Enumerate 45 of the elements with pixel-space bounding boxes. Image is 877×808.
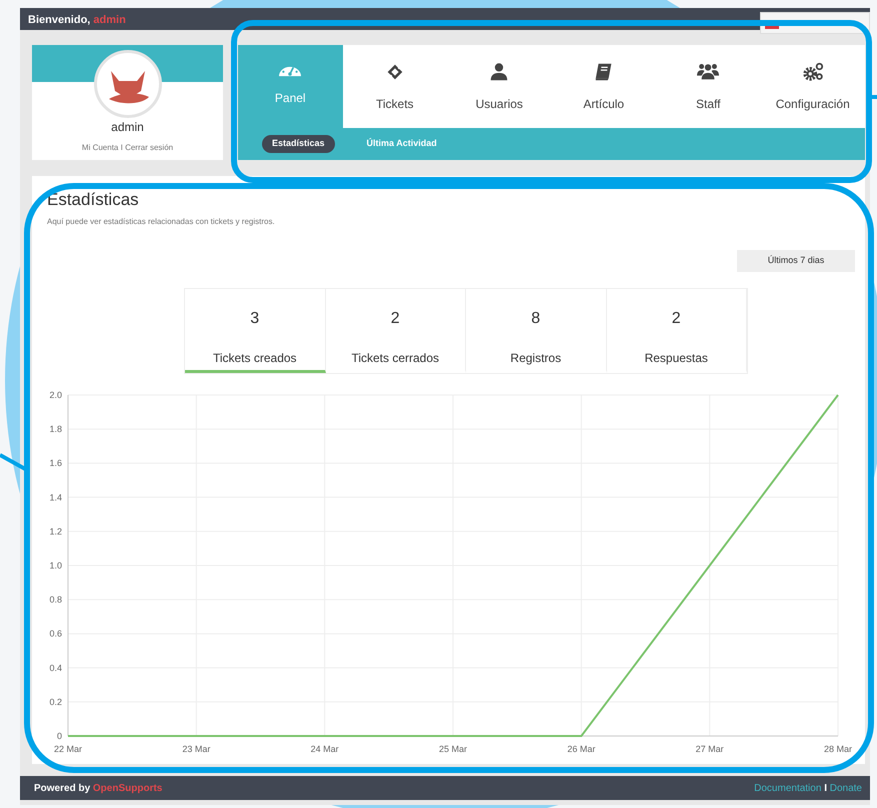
period-button[interactable]: Últimos 7 dias: [737, 250, 855, 272]
y-tick-label: 1.6: [49, 458, 62, 469]
link-separator: I: [120, 143, 123, 152]
x-tick-label: 26 Mar: [567, 744, 596, 754]
stat-tab[interactable]: 2 Tickets cerrados: [326, 289, 466, 374]
footer-link[interactable]: Documentation: [754, 782, 822, 794]
section-title: Estadísticas: [47, 190, 140, 210]
y-tick-label: 0.6: [49, 629, 62, 640]
y-tick-label: 1.0: [49, 560, 62, 571]
greeting-text: Bienvenido, admin: [28, 14, 126, 26]
stat-value: 3: [250, 309, 260, 330]
stat-label: Respuestas: [644, 350, 708, 368]
gears-icon: [802, 60, 824, 82]
stat-label: Tickets cerrados: [351, 350, 440, 368]
stat-tab[interactable]: 3 Tickets creados: [185, 289, 326, 374]
x-tick-label: 25 Mar: [439, 744, 467, 754]
stat-tab[interactable]: 2 Respuestas: [606, 289, 747, 374]
x-tick-label: 28 Mar: [824, 744, 852, 754]
stat-label: Registros: [510, 350, 562, 368]
y-tick-label: 1.4: [49, 492, 62, 503]
x-tick-label: 27 Mar: [696, 744, 724, 754]
y-tick-label: 0.2: [49, 697, 62, 708]
profile-link[interactable]: Mi Cuenta: [82, 143, 118, 152]
subnav-tab[interactable]: Estadísticas: [262, 135, 335, 153]
stat-value: 2: [390, 309, 400, 330]
x-tick-label: 23 Mar: [182, 744, 210, 754]
stat-value: 2: [672, 309, 681, 330]
profile-name: admin: [110, 119, 145, 136]
x-tick-label: 22 Mar: [54, 744, 82, 754]
profile-link[interactable]: Cerrar sesión: [125, 143, 174, 152]
y-tick-label: 1.2: [49, 526, 62, 537]
stat-value: 8: [531, 309, 540, 330]
x-tick-label: 24 Mar: [310, 744, 339, 754]
stat-tab[interactable]: 8 Registros: [466, 289, 606, 374]
link-separator: I: [824, 782, 827, 794]
y-tick-label: 0.8: [49, 595, 62, 605]
powered-by-text: Powered by OpenSupports: [34, 782, 162, 796]
stat-label: Tickets creados: [212, 350, 297, 368]
gauge-icon: [279, 66, 302, 77]
y-tick-label: 0: [56, 731, 62, 742]
section-description: Aquí puede ver estadísticas relacionadas con tickets y registros.: [47, 216, 276, 228]
y-tick-label: 0.4: [49, 663, 62, 674]
footer-link[interactable]: Donate: [830, 782, 862, 794]
y-tick-label: 2.0: [49, 390, 62, 400]
y-tick-label: 1.8: [49, 424, 62, 434]
